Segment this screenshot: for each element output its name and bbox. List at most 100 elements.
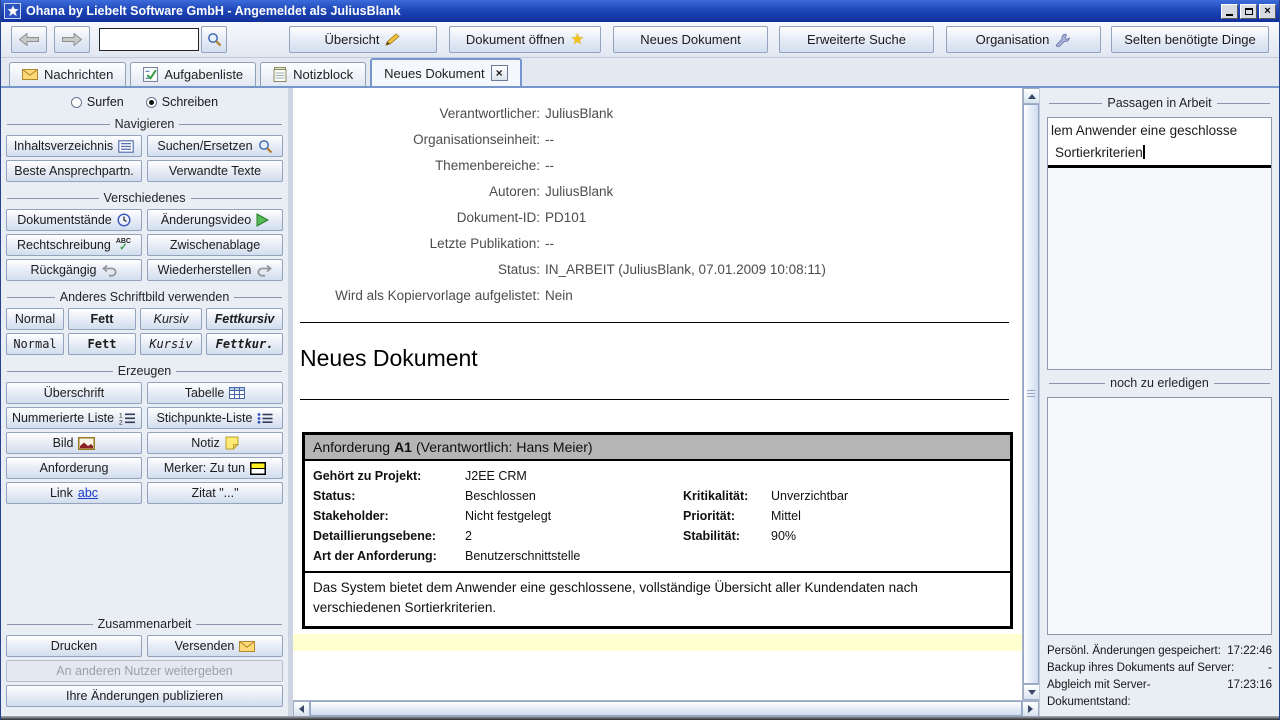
numbered-list-icon: 12 — [119, 412, 136, 425]
mono-normal-button[interactable]: Normal — [6, 333, 64, 355]
organisation-button[interactable]: Organisation — [946, 26, 1101, 53]
minimize-button[interactable] — [1221, 4, 1238, 19]
working-passages-list[interactable]: lem Anwender eine geschlosse Sortierkrit… — [1047, 117, 1272, 370]
dokument-oeffnen-button[interactable]: Dokument öffnen ★ — [449, 26, 601, 53]
toc-icon — [118, 140, 134, 153]
requirement-description: Das System bietet dem Anwender eine gesc… — [305, 571, 1010, 626]
close-button[interactable]: × — [1259, 4, 1276, 19]
dokumentstaende-label: Dokumentstände — [17, 213, 112, 227]
scroll-left-button[interactable] — [293, 701, 310, 717]
merker-zu-tun-button[interactable]: Merker: Zu tun — [147, 457, 283, 479]
zitat-button[interactable]: Zitat "..." — [147, 482, 283, 504]
document-area: Verantwortlicher:JuliusBlank Organisatio… — [293, 88, 1039, 716]
back-button[interactable] — [11, 26, 47, 53]
neues-dokument-button[interactable]: Neues Dokument — [613, 26, 768, 53]
verwandte-texte-button[interactable]: Verwandte Texte — [147, 160, 283, 182]
dokumentstaende-button[interactable]: Dokumentstände — [6, 209, 142, 231]
rechtschreibung-button[interactable]: Rechtschreibung ABC✓ — [6, 234, 142, 256]
vertical-scroll-thumb[interactable] — [1023, 104, 1039, 684]
todo-list[interactable] — [1047, 397, 1272, 635]
tabelle-label: Tabelle — [185, 386, 225, 400]
link-button[interactable]: Link abc — [6, 482, 142, 504]
scroll-up-button[interactable] — [1023, 88, 1040, 104]
vertical-scrollbar[interactable] — [1022, 88, 1039, 700]
table-icon — [229, 387, 245, 399]
tab-notizblock[interactable]: Notizblock — [260, 62, 366, 86]
mono-fettkursiv-button[interactable]: Fettkur. — [206, 333, 283, 355]
search-icon — [207, 32, 222, 47]
bild-button[interactable]: Bild — [6, 432, 142, 454]
neues-dokument-label: Neues Dokument — [640, 32, 740, 47]
font-kursiv-button[interactable]: Kursiv — [140, 308, 202, 330]
status-sync: Abgleich mit Server-Dokumentstand: 17:23… — [1047, 677, 1272, 711]
font-normal-button[interactable]: Normal — [6, 308, 64, 330]
requirement-header-prefix: Anforderung — [313, 439, 390, 455]
suchen-ersetzen-button[interactable]: Suchen/Ersetzen — [147, 135, 283, 157]
versenden-button[interactable]: Versenden — [147, 635, 283, 657]
horizontal-scroll-thumb[interactable] — [310, 701, 1022, 716]
group-schriftbild: Anderes Schriftbild verwenden — [7, 290, 282, 304]
zitat-label: Zitat "..." — [191, 486, 238, 500]
verwandte-texte-label: Verwandte Texte — [169, 164, 261, 178]
aenderungsvideo-button[interactable]: Änderungsvideo — [147, 209, 283, 231]
undo-icon — [102, 264, 118, 277]
rueckgaengig-button[interactable]: Rückgängig — [6, 259, 142, 281]
tab-close-icon[interactable]: × — [491, 65, 508, 81]
font-fettkursiv-button[interactable]: Fettkursiv — [206, 308, 283, 330]
mono-kursiv-button[interactable]: Kursiv — [140, 333, 202, 355]
scroll-down-button[interactable] — [1023, 684, 1040, 700]
selten-benoetigte-dinge-button[interactable]: Selten benötigte Dinge — [1111, 26, 1269, 53]
tab-neues-dokument[interactable]: Neues Dokument × — [370, 58, 521, 86]
scroll-right-button[interactable] — [1022, 701, 1039, 717]
main-toolbar: Übersicht Dokument öffnen ★ Neues Dokume… — [1, 22, 1279, 58]
tab-bar: Nachrichten Aufgabenliste Notizblock Neu… — [1, 58, 1279, 88]
font-fett-label: Fett — [91, 312, 114, 326]
drucken-button[interactable]: Drucken — [6, 635, 142, 657]
publizieren-button[interactable]: Ihre Änderungen publizieren — [6, 685, 283, 707]
back-arrow-icon — [19, 33, 39, 46]
dokument-oeffnen-label: Dokument öffnen — [466, 32, 565, 47]
anforderung-button[interactable]: Anforderung — [6, 457, 142, 479]
search-button[interactable] — [201, 26, 227, 53]
erweiterte-suche-button[interactable]: Erweiterte Suche — [779, 26, 934, 53]
search-input[interactable] — [99, 28, 199, 51]
radio-schreiben[interactable]: Schreiben — [146, 95, 218, 109]
clock-icon — [117, 213, 131, 227]
notiz-label: Notiz — [191, 436, 219, 450]
meta-themenbereiche: Themenbereiche:-- — [293, 153, 1022, 179]
radio-surfen-label: Surfen — [87, 95, 124, 109]
meta-status: Status:IN_ARBEIT (JuliusBlank, 07.01.200… — [293, 257, 1022, 283]
maximize-button[interactable] — [1240, 4, 1257, 19]
mono-fett-button[interactable]: Fett — [68, 333, 136, 355]
requirement-table[interactable]: Anforderung A1 (Verantwortlich: Hans Mei… — [302, 432, 1013, 629]
req-row-stakeholder: Stakeholder:Nicht festgelegt Priorität:M… — [305, 506, 1010, 526]
document-heading: Neues Dokument — [300, 345, 1022, 372]
text-caret — [1143, 145, 1145, 159]
wiederherstellen-button[interactable]: Wiederherstellen — [147, 259, 283, 281]
rechtschreibung-label: Rechtschreibung — [17, 238, 111, 252]
horizontal-scrollbar[interactable] — [293, 700, 1039, 716]
tabelle-button[interactable]: Tabelle — [147, 382, 283, 404]
divider-line — [300, 322, 1009, 323]
forward-button[interactable] — [54, 26, 90, 53]
nummerierte-liste-button[interactable]: Nummerierte Liste 12 — [6, 407, 142, 429]
document-editor[interactable]: Verantwortlicher:JuliusBlank Organisatio… — [293, 88, 1022, 700]
zwischenablage-button[interactable]: Zwischenablage — [147, 234, 283, 256]
radio-surfen[interactable]: Surfen — [71, 95, 124, 109]
stichpunkte-liste-button[interactable]: Stichpunkte-Liste — [147, 407, 283, 429]
inhaltsverzeichnis-button[interactable]: Inhaltsverzeichnis — [6, 135, 142, 157]
ueberschrift-button[interactable]: Überschrift — [6, 382, 142, 404]
tab-nachrichten[interactable]: Nachrichten — [9, 62, 126, 86]
group-passagen-in-arbeit: Passagen in Arbeit — [1049, 96, 1270, 110]
beste-ansprechpartner-button[interactable]: Beste Ansprechpartn. — [6, 160, 142, 182]
title-bar: Ohana by Liebelt Software GmbH - Angemel… — [1, 0, 1279, 22]
requirement-header: Anforderung A1 (Verantwortlich: Hans Mei… — [305, 435, 1010, 461]
tab-aufgabenliste[interactable]: Aufgabenliste — [130, 62, 256, 86]
requirement-id: A1 — [394, 439, 412, 455]
checklist-icon — [143, 67, 158, 82]
passage-item[interactable]: lem Anwender eine geschlosse Sortierkrit… — [1048, 118, 1271, 168]
font-fett-button[interactable]: Fett — [68, 308, 136, 330]
application-window: Ohana by Liebelt Software GmbH - Angemel… — [0, 0, 1280, 720]
notiz-button[interactable]: Notiz — [147, 432, 283, 454]
uebersicht-button[interactable]: Übersicht — [289, 26, 437, 53]
